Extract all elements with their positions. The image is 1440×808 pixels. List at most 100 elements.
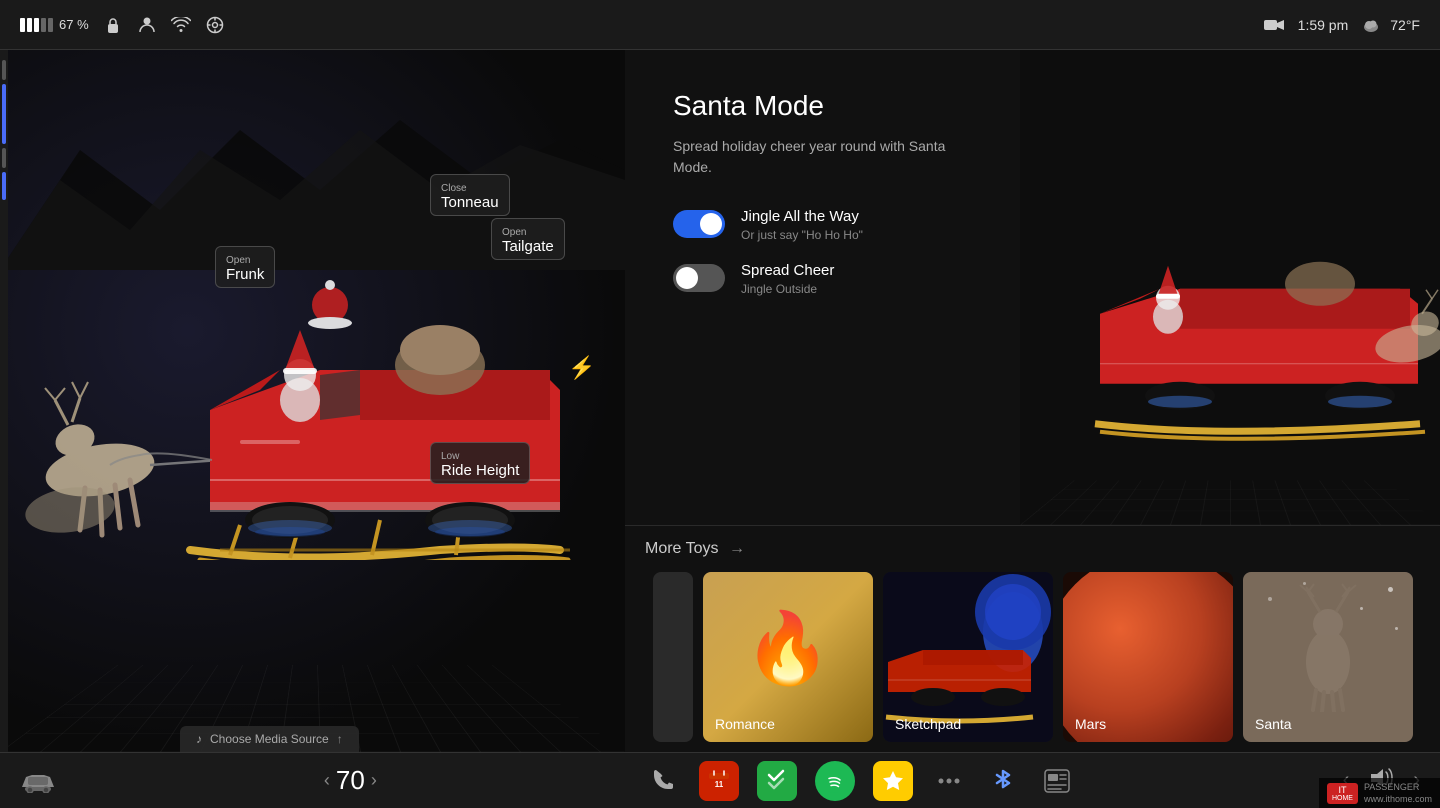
left-panel: Open Frunk Close Tonneau Open Tailgate L… <box>0 50 625 752</box>
more-toys-header: More Toys → <box>645 540 1420 558</box>
time-display: 1:59 pm <box>1298 17 1349 33</box>
taskbar-apps: 11 <box>645 761 1075 801</box>
dots-app-icon[interactable] <box>931 763 967 799</box>
battery-indicator: 67 % <box>20 17 89 32</box>
toy-card-santa[interactable]: Santa <box>1243 572 1413 742</box>
calendar-app-icon[interactable]: 11 <box>699 761 739 801</box>
santa-mode-info: Santa Mode Spread holiday cheer year rou… <box>633 50 1020 525</box>
battery-bar-4 <box>41 18 46 32</box>
sketchpad-label: Sketchpad <box>895 716 961 732</box>
santa-3d-preview <box>1020 50 1440 525</box>
tasks-app-icon[interactable] <box>757 761 797 801</box>
speed-display: 70 <box>336 765 365 796</box>
weather-text: 72°F <box>1390 17 1420 33</box>
svg-text:11: 11 <box>715 780 724 789</box>
snow-dot-1 <box>1388 587 1393 592</box>
santa-mode-description: Spread holiday cheer year round with San… <box>673 136 980 178</box>
it-badge: IT HOME <box>1327 783 1358 804</box>
tailgate-name-label: Tailgate <box>502 238 554 255</box>
lock-icon <box>103 15 123 35</box>
watermark: IT HOME PASSENGER www.ithome.com <box>1319 778 1440 808</box>
bluetooth-app-icon[interactable] <box>985 763 1021 799</box>
sleigh-visualization <box>20 130 625 560</box>
spread-cheer-label: Spread Cheer <box>741 262 834 279</box>
tonneau-label[interactable]: Close Tonneau <box>430 174 510 216</box>
phone-app-icon[interactable] <box>645 763 681 799</box>
frunk-label[interactable]: Open Frunk <box>215 246 275 288</box>
taskbar: ‹ 70 › 11 <box>0 752 1440 808</box>
more-toys-arrow: → <box>729 540 745 557</box>
taskbar-left <box>20 763 56 799</box>
spotify-app-icon[interactable] <box>815 761 855 801</box>
right-panel: Santa Mode Spread holiday cheer year rou… <box>625 50 1440 752</box>
ride-height-label[interactable]: Low Ride Height <box>430 442 530 484</box>
jingle-toggle-row: Jingle All the Way Or just say "Ho Ho Ho… <box>673 208 980 242</box>
tailgate-sub-label: Open <box>502 227 526 238</box>
jingle-sublabel: Or just say "Ho Ho Ho" <box>741 228 863 242</box>
home-text: HOME <box>1332 795 1353 802</box>
battery-bar-1 <box>20 18 25 32</box>
santa-mode-section: Santa Mode Spread holiday cheer year rou… <box>625 50 1440 525</box>
fire-icon: 🔥 <box>744 608 831 690</box>
toy-card-mars[interactable]: Mars <box>1063 572 1233 742</box>
music-note-icon: ♪ <box>196 732 202 746</box>
passenger-info: PASSENGER www.ithome.com <box>1364 782 1432 804</box>
speed-prev-arrow[interactable]: ‹ <box>324 770 330 791</box>
tailgate-label[interactable]: Open Tailgate <box>491 218 565 260</box>
romance-label: Romance <box>715 716 775 732</box>
toys-grid: 🔥 Romance <box>653 572 1420 742</box>
jingle-toggle[interactable] <box>673 210 725 238</box>
star-app-icon[interactable] <box>873 761 913 801</box>
ride-sub-label: Low <box>441 451 459 462</box>
user-icon <box>137 15 157 35</box>
toy-card-sketchpad[interactable]: Sketchpad <box>883 572 1053 742</box>
tonneau-name-label: Tonneau <box>441 194 499 211</box>
jingle-toggle-info: Jingle All the Way Or just say "Ho Ho Ho… <box>741 208 863 242</box>
snow-dot-3 <box>1268 597 1272 601</box>
status-bar: 67 % <box>0 0 1440 50</box>
battery-bar-5 <box>48 18 53 32</box>
santa-mode-title: Santa Mode <box>673 90 980 122</box>
snow-dot-5 <box>1303 582 1306 585</box>
weather-display: 72°F <box>1362 17 1420 33</box>
lightning-icon: ⚡ <box>568 355 595 381</box>
it-text: IT <box>1338 785 1346 795</box>
media-source-text: Choose Media Source <box>210 732 329 746</box>
settings-circle-icon <box>205 15 225 35</box>
mars-label: Mars <box>1075 716 1106 732</box>
media-source-arrow-icon: ↑ <box>337 732 343 746</box>
time-text: 1:59 pm <box>1298 17 1349 33</box>
status-bar-left: 67 % <box>20 15 1248 35</box>
passenger-badge: PASSENGER <box>1364 782 1432 792</box>
battery-bar-2 <box>27 18 32 32</box>
more-toys-section: More Toys → 🔥 Romance <box>625 525 1440 752</box>
spread-cheer-toggle[interactable] <box>673 264 725 292</box>
status-bar-center: 1:59 pm 72°F <box>1264 17 1420 33</box>
tonneau-sub-label: Close <box>441 183 467 194</box>
media-source-bar[interactable]: ♪ Choose Media Source ↑ <box>180 726 359 752</box>
main-layout: Open Frunk Close Tonneau Open Tailgate L… <box>0 50 1440 752</box>
jingle-label: Jingle All the Way <box>741 208 863 225</box>
spread-cheer-info: Spread Cheer Jingle Outside <box>741 262 834 296</box>
toy-placeholder <box>653 572 693 742</box>
toy-card-romance[interactable]: 🔥 Romance <box>703 572 873 742</box>
frunk-sub-label: Open <box>226 255 250 266</box>
spread-cheer-toggle-row: Spread Cheer Jingle Outside <box>673 262 980 296</box>
site-url: www.ithome.com <box>1364 794 1432 804</box>
wifi-icon <box>171 15 191 35</box>
snow-dot-4 <box>1395 627 1398 630</box>
snow-dot-2 <box>1360 607 1363 610</box>
santa-label: Santa <box>1255 716 1292 732</box>
taskbar-center: ‹ 70 › <box>324 765 377 796</box>
more-toys-title[interactable]: More Toys → <box>645 540 745 558</box>
ride-name-label: Ride Height <box>441 462 519 479</box>
speed-next-arrow[interactable]: › <box>371 770 377 791</box>
spread-cheer-sublabel: Jingle Outside <box>741 282 834 296</box>
camera-indicator <box>1264 18 1284 32</box>
frunk-name-label: Frunk <box>226 266 264 283</box>
car-icon[interactable] <box>20 763 56 799</box>
battery-percent: 67 % <box>59 17 89 32</box>
battery-bar-3 <box>34 18 39 32</box>
battery-bars <box>20 18 53 32</box>
news-app-icon[interactable] <box>1039 763 1075 799</box>
